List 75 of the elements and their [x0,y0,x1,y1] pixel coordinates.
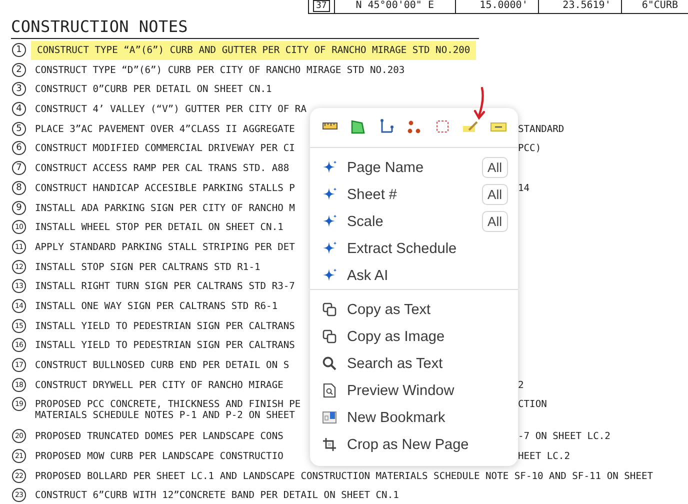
note-text: CONSTRUCT DRYWELL PER CITY OF RANCHO MIRAGE [35,380,284,391]
note-number: 8 [12,180,26,195]
menu-item[interactable]: Copy as Image [322,328,445,344]
sparkle-icon [322,160,337,175]
note-text: CTION [518,399,547,410]
menu-item[interactable]: Copy as Text [322,302,431,318]
note-text: 14 [518,182,530,194]
note-text: PROPOSED TRUNCATED DOMES PER LANDSCAPE CONS [35,431,284,442]
sparkle-icon [322,268,337,283]
copy-icon [322,329,337,344]
note-text: CONSTRUCT 0”CURB PER DETAIL ON SHEET CN.1 [35,84,272,96]
note-text: HEET LC.2 [518,451,570,462]
dots-icon[interactable] [405,118,422,135]
note-number: 1 [12,43,26,57]
note-text: APPLY STANDARD PARKING STALL STRIPING PER DET [35,242,295,253]
copy-icon [322,302,337,317]
note-number: 5 [12,122,26,136]
note-number: 4 [12,102,26,116]
notes-title: CONSTRUCTION NOTES [11,17,479,39]
sparkle-icon [322,241,337,256]
table-cell: 23.5619' [538,0,622,13]
menu-item[interactable]: Extract Schedule [322,240,457,256]
menu-item[interactable]: Scale [322,214,384,230]
note-text: CONSTRUCT 4’ VALLEY (“V”) GUTTER PER CITY OF RA [35,104,306,116]
note-text: MATERIALS SCHEDULE NOTES P-1 AND P-2 ON SHEET [35,410,295,422]
all-button[interactable]: All [482,157,508,178]
note-text: INSTALL ONE WAY SIGN PER CALTRANS STD R6-1 [35,300,278,312]
all-button[interactable]: All [482,184,508,205]
note-text: PROPOSED PCC CONCRETE, THICKNESS AND FINISH PE [35,399,302,410]
note-text: INSTALL WHEEL STOP PER DETAIL ON SHEET CN.1 [35,222,284,234]
document-search-icon [322,383,337,398]
menu-item[interactable]: Search as Text [322,356,443,372]
note-text: INSTALL RIGHT TURN SIGN PER CALTRANS STD R3-7 [35,281,295,292]
menu-item[interactable]: Preview Window [322,382,454,398]
note-text: CONSTRUCT TYPE “A”(6”) CURB AND GUTTER PER CITY OF RANCHO MIRAGE STD NO.200 [31,41,476,60]
note-text: CONSTRUCT HANDICAP ACCESIBLE PARKING STALLS P [35,182,296,194]
note-text: PCC) [518,143,542,154]
note-text: INSTALL STOP SIGN PER CALTRANS STD R1-1 [35,262,260,273]
note-number: 3 [12,82,26,96]
annotation-arrow [473,87,487,121]
note-text: PROPOSED MOW CURB PER LANDSCAPE CONSTRUCTIO [35,451,284,462]
note-text: 2 [518,380,524,391]
note-number: 7 [12,161,26,176]
table-cell: N 45°00'00" E [334,0,456,13]
note-number: 9 [12,200,26,214]
menu-item[interactable]: Page Name [322,160,424,176]
note-text: INSTALL YIELD TO PEDESTRIAN SIGN PER CALTRANS [35,320,295,332]
note-number: 2 [12,62,26,77]
table-cell-text: 6"CURB [640,0,679,13]
menu-item[interactable]: New Bookmark [322,410,446,426]
sparkle-icon [322,187,337,202]
note-text: PLACE 3”AC PAVEMENT OVER 4”CLASS II AGGREGATE [35,124,296,135]
menu-item[interactable]: Sheet # [322,186,397,202]
all-button[interactable]: All [482,211,508,232]
note-number: 6 [12,141,26,156]
note-text: CONSTRUCT MODIFIED COMMERCIAL DRIVEWAY PER CI [35,143,296,154]
menu-item[interactable]: Crop as New Page [322,436,469,452]
note-text: STANDARD [518,124,564,135]
polygon-icon[interactable] [349,118,366,135]
point-label: 37 [313,0,330,12]
table-cell: 15.0000' [456,0,539,13]
bookmark-icon [322,410,337,425]
crop-icon [322,437,337,452]
note-text: CONSTRUCT 6”CURB WITH 12”CONCRETE BAND PER DETAIL ON SHEET CN.1 [35,490,399,502]
note-text: INSTALL YIELD TO PEDESTRIAN SIGN PER CALTRANS [35,340,295,352]
note-text: CONSTRUCT TYPE “D”(6”) CURB PER CITY OF RANCHO MIRAGE STD NO.203 [35,64,405,76]
dashed-rectangle-icon[interactable] [434,118,451,135]
sparkle-icon [322,214,337,229]
note-text: CONSTRUCT ACCESS RAMP PER CAL TRANS STD. A88 [35,163,290,174]
note-text: -7 ON SHEET LC.2 [518,431,610,442]
search-icon [322,356,337,371]
menu-item[interactable]: Ask AI [322,268,388,284]
note-text: CONSTRUCT BULLNOSED CURB END PER DETAIL ON S [35,360,290,371]
note-text: INSTALL ADA PARKING SIGN PER CITY OF RANCHO M [35,202,295,214]
note-text: PROPOSED BOLLARD PER SHEET LC.1 AND LANDSCAPE CONSTRUCTION MATERIALS SCHEDULE NOTE SF-10 AND SF-11 ON SHEET [35,470,654,482]
